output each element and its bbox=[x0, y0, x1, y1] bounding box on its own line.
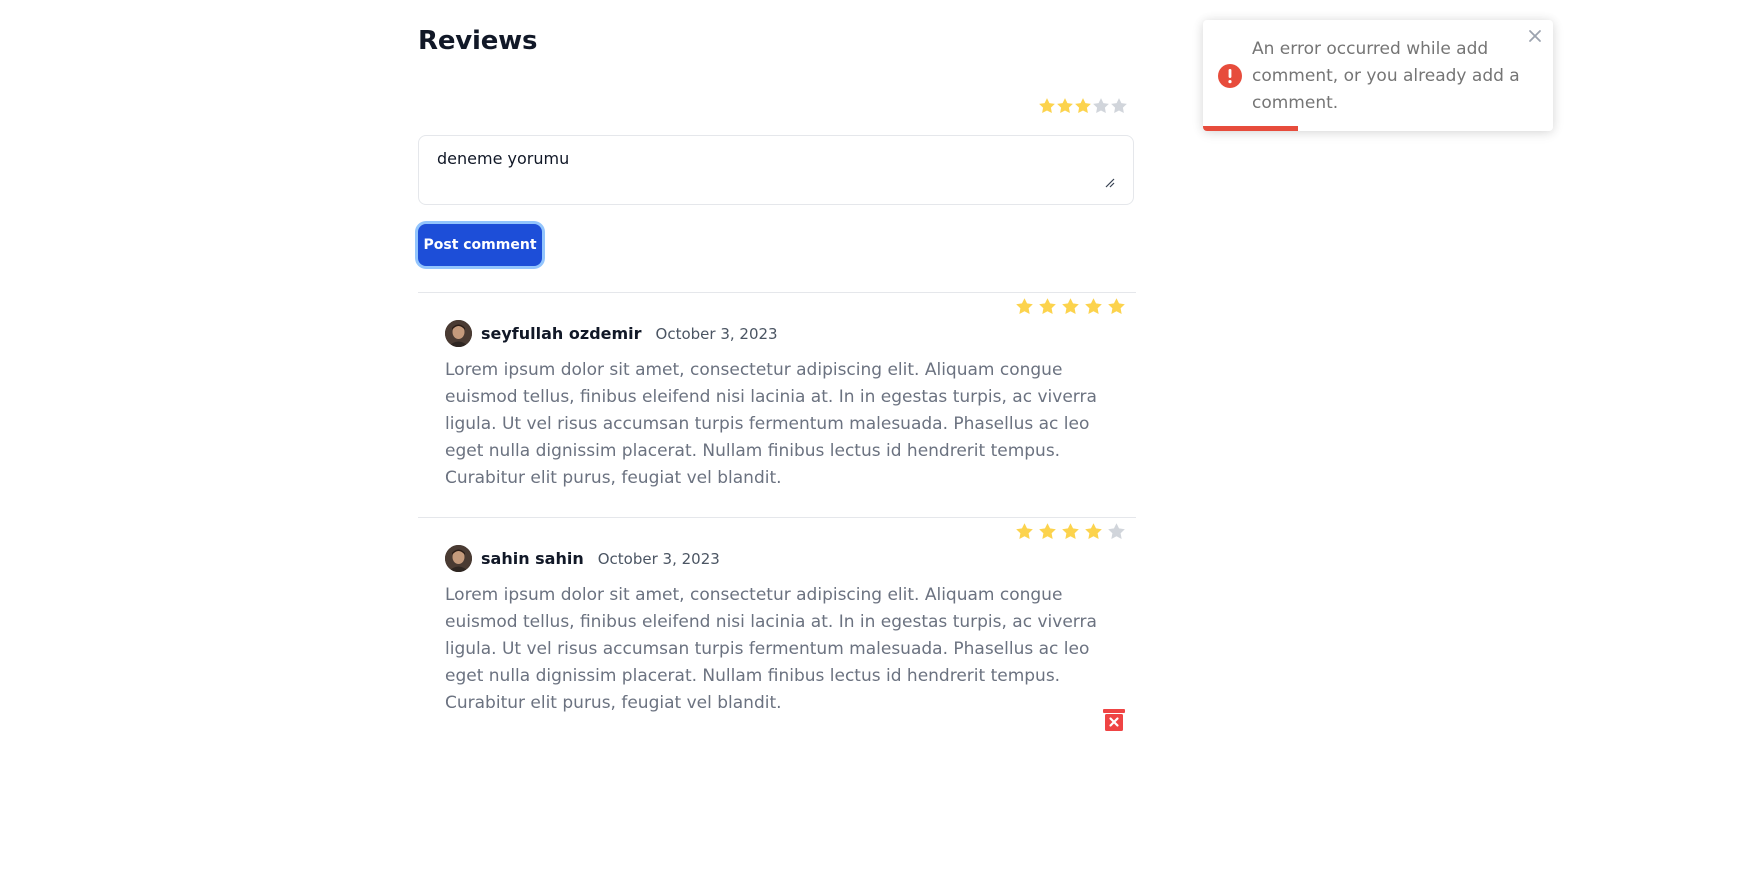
review-body: Lorem ipsum dolor sit amet, consectetur … bbox=[445, 585, 1097, 713]
star-icon[interactable] bbox=[1092, 97, 1110, 115]
star-icon[interactable] bbox=[1074, 97, 1092, 115]
star-icon[interactable] bbox=[1110, 97, 1128, 115]
avatar bbox=[445, 545, 472, 572]
review-date: October 3, 2023 bbox=[597, 549, 720, 568]
toast-progress-track bbox=[1203, 126, 1553, 131]
star-icon[interactable] bbox=[1056, 97, 1074, 115]
toast-message: An error occurred while add comment, or … bbox=[1252, 39, 1520, 113]
star-icon bbox=[1107, 522, 1126, 541]
star-icon bbox=[1107, 297, 1126, 316]
review-meta: seyfullah ozdemir October 3, 2023 bbox=[445, 320, 778, 347]
star-icon bbox=[1038, 297, 1057, 316]
error-icon bbox=[1218, 64, 1242, 88]
trash-icon[interactable] bbox=[1102, 708, 1126, 732]
page-title: Reviews bbox=[418, 26, 538, 56]
review-rating bbox=[1015, 522, 1126, 541]
star-icon[interactable] bbox=[1038, 97, 1056, 115]
star-icon bbox=[1084, 522, 1103, 541]
star-icon bbox=[1084, 297, 1103, 316]
review-item: sahin sahin October 3, 2023 Lorem ipsum … bbox=[418, 517, 1136, 742]
star-icon bbox=[1015, 522, 1034, 541]
review-author: seyfullah ozdemir bbox=[481, 324, 642, 343]
resize-handle-icon[interactable] bbox=[1105, 178, 1115, 188]
avatar bbox=[445, 320, 472, 347]
error-toast: An error occurred while add comment, or … bbox=[1203, 20, 1553, 131]
review-rating bbox=[1015, 297, 1126, 316]
toast-progress-bar bbox=[1203, 126, 1298, 131]
review-body: Lorem ipsum dolor sit amet, consectetur … bbox=[445, 360, 1097, 488]
star-icon bbox=[1038, 522, 1057, 541]
star-icon bbox=[1015, 297, 1034, 316]
rating-input[interactable] bbox=[1038, 97, 1128, 115]
comment-textarea-value: deneme yorumu bbox=[437, 149, 570, 168]
review-author: sahin sahin bbox=[481, 549, 584, 568]
post-comment-button[interactable]: Post comment bbox=[418, 224, 542, 266]
review-meta: sahin sahin October 3, 2023 bbox=[445, 545, 720, 572]
review-item: seyfullah ozdemir October 3, 2023 Lorem … bbox=[418, 292, 1136, 517]
comment-textarea[interactable]: deneme yorumu bbox=[418, 135, 1134, 205]
review-date: October 3, 2023 bbox=[655, 324, 778, 343]
star-icon bbox=[1061, 522, 1080, 541]
close-icon[interactable] bbox=[1527, 28, 1543, 44]
star-icon bbox=[1061, 297, 1080, 316]
